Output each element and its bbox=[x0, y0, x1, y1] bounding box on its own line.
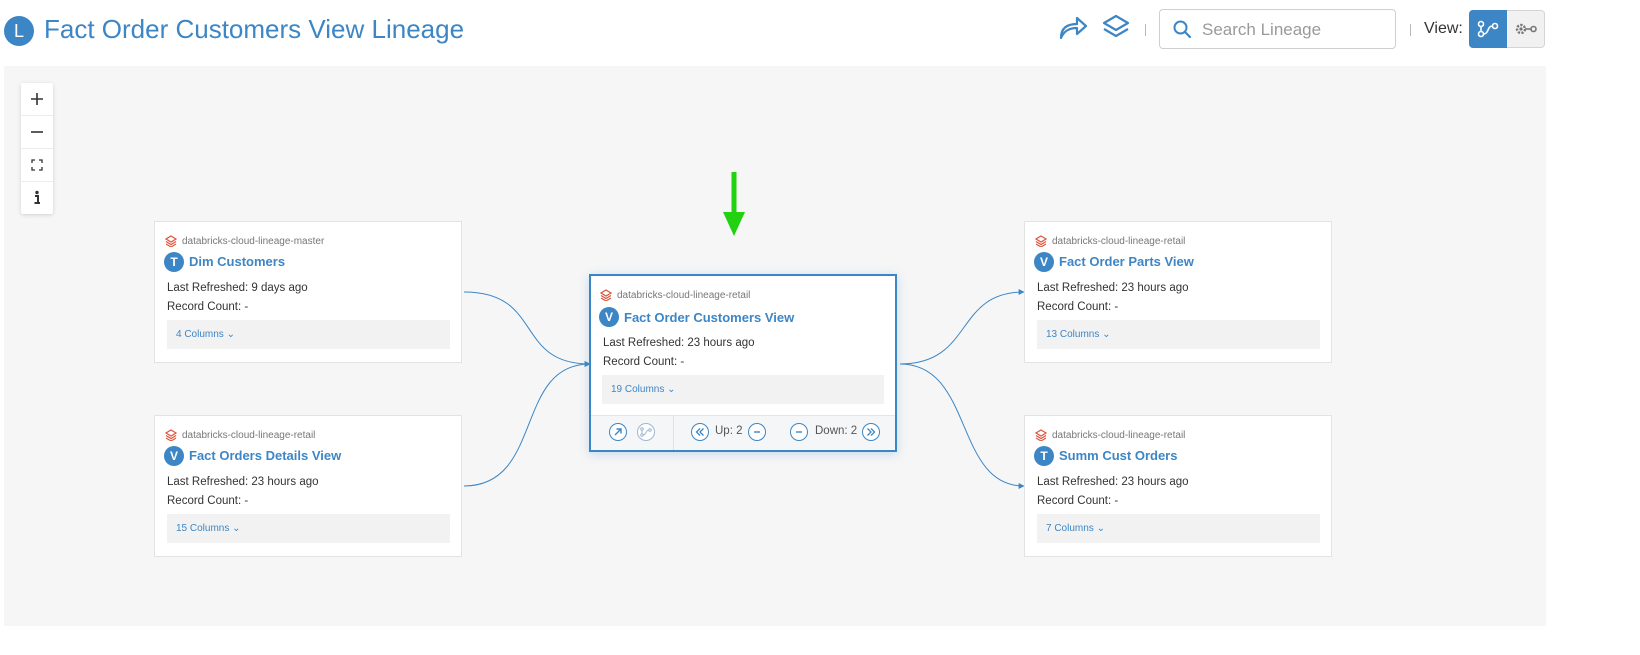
node-record-count: Record Count: - bbox=[1037, 495, 1119, 507]
node-last-refreshed: Last Refreshed: 23 hours ago bbox=[603, 337, 755, 349]
node-name[interactable]: Fact Order Parts View bbox=[1059, 254, 1194, 269]
edge-center-to-fact-order-parts bbox=[899, 289, 1025, 365]
collapse-upstream-button[interactable] bbox=[748, 423, 766, 441]
expand-all-upstream-button[interactable] bbox=[691, 423, 709, 441]
collapse-downstream-button[interactable] bbox=[790, 423, 808, 441]
open-node-button[interactable] bbox=[609, 423, 627, 441]
node-source: databricks-cloud-lineage-retail bbox=[165, 429, 315, 441]
node-type-badge: V bbox=[1034, 252, 1054, 272]
lineage-node-summ-cust-orders[interactable]: databricks-cloud-lineage-retail T Summ C… bbox=[1024, 415, 1332, 557]
lineage-node-dim-customers[interactable]: databricks-cloud-lineage-master T Dim Cu… bbox=[154, 221, 462, 363]
databricks-icon bbox=[1035, 429, 1047, 441]
node-type-badge: T bbox=[1034, 446, 1054, 466]
search-input[interactable] bbox=[1200, 16, 1389, 44]
lineage-badge: L bbox=[4, 16, 34, 46]
node-last-refreshed: Last Refreshed: 23 hours ago bbox=[167, 476, 319, 488]
layers-icon[interactable] bbox=[1100, 12, 1132, 44]
node-name[interactable]: Fact Orders Details View bbox=[189, 448, 341, 463]
lineage-canvas[interactable]: databricks-cloud-lineage-master T Dim Cu… bbox=[4, 66, 1546, 626]
double-chevron-right-icon bbox=[867, 428, 876, 436]
node-columns-toggle[interactable]: 13 Columns ⌄ bbox=[1037, 320, 1320, 349]
node-columns-toggle[interactable]: 4 Columns ⌄ bbox=[167, 320, 450, 349]
node-record-count: Record Count: - bbox=[603, 356, 685, 368]
node-columns-toggle[interactable]: 7 Columns ⌄ bbox=[1037, 514, 1320, 543]
edge-center-to-summ-cust-orders bbox=[899, 363, 1025, 489]
focus-lineage-button[interactable] bbox=[637, 423, 655, 441]
header-divider bbox=[1145, 24, 1146, 36]
node-source: databricks-cloud-lineage-retail bbox=[1035, 429, 1185, 441]
node-name[interactable]: Summ Cust Orders bbox=[1059, 448, 1177, 463]
search-box[interactable] bbox=[1159, 9, 1396, 49]
view-label: View: bbox=[1424, 20, 1463, 37]
node-last-refreshed: Last Refreshed: 9 days ago bbox=[167, 282, 308, 294]
node-name[interactable]: Fact Order Customers View bbox=[624, 310, 794, 325]
minus-icon bbox=[796, 431, 802, 433]
node-source: databricks-cloud-lineage-retail bbox=[600, 289, 750, 301]
edge-fact-orders-details-to-center bbox=[463, 361, 591, 487]
node-footer-controls: Up: 2 Down: 2 bbox=[591, 415, 895, 450]
node-last-refreshed: Last Refreshed: 23 hours ago bbox=[1037, 476, 1189, 488]
header-divider bbox=[1410, 24, 1411, 36]
external-arrow-icon bbox=[614, 428, 622, 436]
footer-divider bbox=[673, 416, 674, 450]
node-source: databricks-cloud-lineage-retail bbox=[1035, 235, 1185, 247]
node-type-badge: V bbox=[599, 307, 619, 327]
downstream-level: Down: 2 bbox=[815, 425, 858, 437]
lineage-graph-icon bbox=[1477, 20, 1499, 38]
upstream-level: Up: 2 bbox=[715, 425, 743, 437]
node-record-count: Record Count: - bbox=[1037, 301, 1119, 313]
databricks-icon bbox=[600, 289, 612, 301]
node-columns-toggle[interactable]: 19 Columns ⌄ bbox=[602, 375, 884, 404]
node-name[interactable]: Dim Customers bbox=[189, 254, 285, 269]
node-record-count: Record Count: - bbox=[167, 301, 249, 313]
gear-link-icon bbox=[1515, 23, 1537, 35]
node-source: databricks-cloud-lineage-master bbox=[165, 235, 324, 247]
minus-icon bbox=[754, 431, 760, 433]
node-type-badge: V bbox=[164, 446, 184, 466]
lineage-node-fact-order-parts[interactable]: databricks-cloud-lineage-retail V Fact O… bbox=[1024, 221, 1332, 363]
settings-view-button[interactable] bbox=[1507, 10, 1545, 48]
databricks-icon bbox=[1035, 235, 1047, 247]
lineage-view-button[interactable] bbox=[1469, 10, 1507, 48]
header: L Fact Order Customers View Lineage View… bbox=[0, 0, 1640, 64]
databricks-icon bbox=[165, 429, 177, 441]
double-chevron-left-icon bbox=[695, 428, 704, 436]
node-last-refreshed: Last Refreshed: 23 hours ago bbox=[1037, 282, 1189, 294]
annotation-arrow bbox=[723, 172, 745, 236]
lineage-node-fact-order-customers[interactable]: databricks-cloud-lineage-retail V Fact O… bbox=[589, 274, 897, 452]
expand-all-downstream-button[interactable] bbox=[862, 423, 880, 441]
share-arrow-icon[interactable] bbox=[1057, 12, 1089, 44]
node-record-count: Record Count: - bbox=[167, 495, 249, 507]
node-columns-toggle[interactable]: 15 Columns ⌄ bbox=[167, 514, 450, 543]
lineage-graph-icon bbox=[640, 427, 652, 437]
lineage-node-fact-orders-details[interactable]: databricks-cloud-lineage-retail V Fact O… bbox=[154, 415, 462, 557]
node-type-badge: T bbox=[164, 252, 184, 272]
edge-dim-customers-to-center bbox=[463, 291, 591, 367]
search-icon bbox=[1173, 20, 1191, 38]
databricks-icon bbox=[165, 235, 177, 247]
page-title: Fact Order Customers View Lineage bbox=[44, 14, 465, 44]
